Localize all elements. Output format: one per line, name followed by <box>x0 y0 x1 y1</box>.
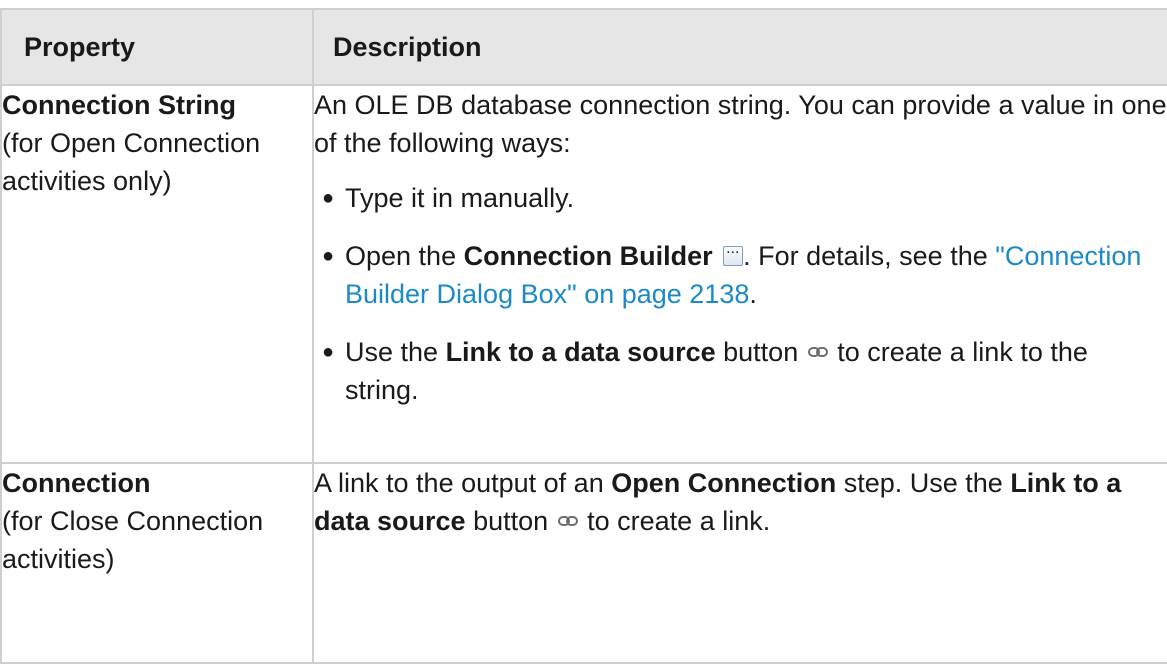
table-header-row: Property Description <box>0 8 1167 86</box>
bullet: ● <box>322 187 335 209</box>
description-mid: step. Use the <box>836 468 1011 498</box>
list-item-post: . <box>749 279 757 309</box>
property-name: Connection String <box>2 90 236 120</box>
ellipsis-button-icon <box>723 230 744 268</box>
property-name: Connection <box>2 468 151 498</box>
list-item-mid: button <box>715 337 806 367</box>
properties-table: Property Description Connection String (… <box>0 8 1167 664</box>
description-pre: A link to the output of an <box>314 468 612 498</box>
property-cell: Connection String (for Open Connection a… <box>0 84 314 464</box>
ways-list: ● Type it in manually. ● Open the Connec… <box>314 179 1167 409</box>
chain-link-icon <box>557 516 578 526</box>
description-intro: An OLE DB database connection string. Yo… <box>314 90 1167 158</box>
list-item: ● Open the Connection Builder . For deta… <box>314 230 1167 313</box>
list-item: ● Use the Link to a data source button t… <box>314 333 1167 409</box>
property-cell: Connection (for Close Connection activit… <box>0 462 314 664</box>
open-connection-label: Open Connection <box>611 468 837 498</box>
bullet: ● <box>322 245 335 267</box>
description-cell: A link to the output of an Open Connecti… <box>312 462 1167 664</box>
list-item: ● Type it in manually. <box>314 179 1167 217</box>
property-note: (for Open Connection activities only) <box>2 128 261 196</box>
table-row: Connection String (for Open Connection a… <box>0 84 1167 464</box>
list-item-pre: Use the <box>345 337 446 367</box>
list-item-text: Type it in manually. <box>345 183 575 213</box>
list-item-mid: . For details, see the <box>743 241 996 271</box>
description-mid2: button <box>465 506 556 536</box>
link-to-data-source-label: Link to a data source <box>445 337 716 367</box>
chain-link-icon <box>807 347 828 357</box>
description-cell: An OLE DB database connection string. Yo… <box>312 84 1167 464</box>
header-property: Property <box>0 8 314 86</box>
table-row: Connection (for Close Connection activit… <box>0 462 1167 664</box>
description-post: to create a link. <box>579 506 771 536</box>
bullet: ● <box>322 341 335 363</box>
connection-builder-label: Connection Builder <box>463 241 713 271</box>
property-note: (for Close Connection activities) <box>2 506 264 574</box>
list-item-pre: Open the <box>345 241 464 271</box>
header-description: Description <box>312 8 1167 86</box>
